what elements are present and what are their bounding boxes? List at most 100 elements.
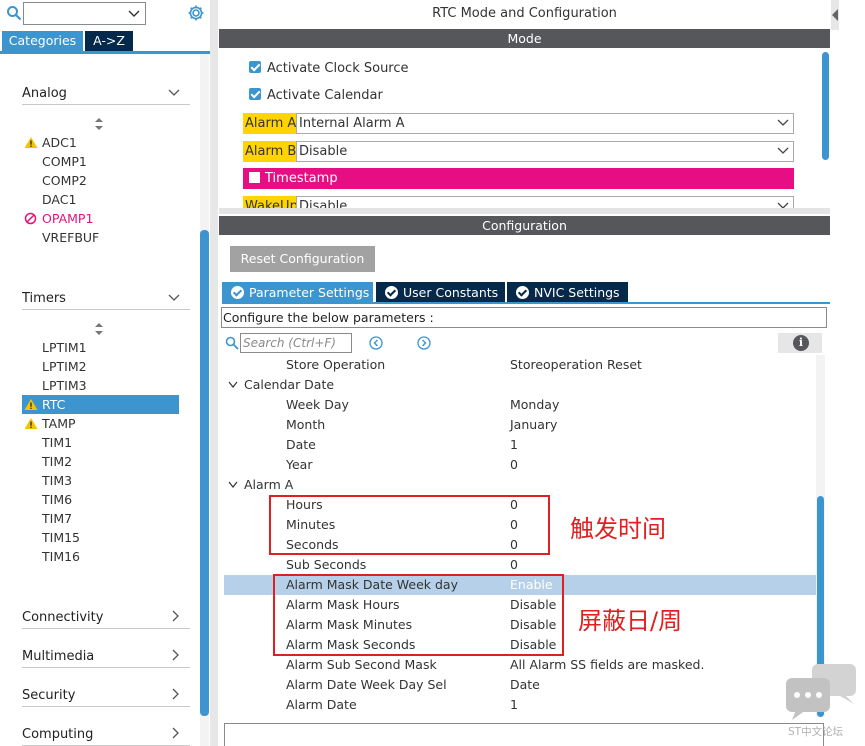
peripheral-lptim3[interactable]: LPTIM3 [22, 376, 179, 395]
alarm-a-select[interactable]: Internal Alarm A [296, 113, 794, 134]
peripheral-tim6[interactable]: TIM6 [22, 490, 179, 509]
peripheral-search-combo[interactable] [23, 2, 146, 25]
scroll-up-icon[interactable] [831, 0, 839, 30]
check-circle-icon [516, 286, 529, 299]
peripheral-dac1[interactable]: DAC1 [22, 190, 179, 209]
peripheral-label: LPTIM1 [42, 340, 87, 355]
tab-categories[interactable]: Categories [2, 31, 83, 51]
param-row-week-day[interactable]: Week Day Monday [224, 395, 816, 415]
peripheral-adc1[interactable]: ADC1 [22, 133, 179, 152]
chevron-down-icon[interactable] [128, 7, 140, 19]
param-name: Store Operation [286, 357, 386, 372]
param-name: Alarm Date Week Day Sel [286, 677, 447, 692]
peripheral-tim7[interactable]: TIM7 [22, 509, 179, 528]
peripheral-comp2[interactable]: COMP2 [22, 171, 179, 190]
category-security[interactable]: Security [22, 687, 190, 707]
peripheral-opamp1[interactable]: OPAMP1 [22, 209, 179, 228]
param-value[interactable]: Monday [510, 395, 559, 415]
activate-clock-source-checkbox[interactable]: Activate Clock Source [249, 61, 409, 76]
peripheral-comp1[interactable]: COMP1 [22, 152, 179, 171]
mode-scrollbar-thumb[interactable] [822, 52, 829, 160]
check-circle-icon [231, 286, 244, 299]
param-value[interactable]: January [510, 415, 557, 435]
category-label: Timers [22, 291, 66, 306]
next-match-icon[interactable] [417, 336, 431, 350]
param-value[interactable]: 1 [510, 695, 518, 715]
panel-divider[interactable] [210, 0, 218, 746]
tab-label: NVIC Settings [534, 285, 620, 300]
param-row-store-operation[interactable]: Store Operation Storeoperation Reset [224, 355, 816, 375]
tab-parameter-settings[interactable]: Parameter Settings [222, 282, 373, 303]
reset-configuration-button[interactable]: Reset Configuration [230, 246, 375, 272]
param-value[interactable]: Date [510, 675, 540, 695]
previous-match-icon[interactable] [369, 336, 383, 350]
param-value[interactable]: 1 [510, 435, 518, 455]
param-group-calendar-date[interactable]: Calendar Date [224, 375, 816, 395]
peripheral-label: OPAMP1 [42, 211, 94, 226]
param-group-alarm-a[interactable]: Alarm A [224, 475, 816, 495]
configuration-header: Configuration [219, 216, 830, 235]
chevron-right-icon [172, 610, 179, 622]
param-group-name: Alarm A [244, 477, 294, 492]
param-row-alarm-date[interactable]: Alarm Date 1 [224, 695, 816, 715]
param-value[interactable]: All Alarm SS fields are masked. [510, 655, 704, 675]
peripheral-tim15[interactable]: TIM15 [22, 528, 179, 547]
peripheral-tim16[interactable]: TIM16 [22, 547, 179, 566]
tab-label: Parameter Settings [249, 285, 370, 300]
peripheral-tim3[interactable]: TIM3 [22, 471, 179, 490]
category-multimedia[interactable]: Multimedia [22, 648, 190, 668]
category-timers[interactable]: Timers [22, 290, 190, 310]
category-label: Connectivity [22, 610, 104, 625]
param-row-alarm-sub-second-mask[interactable]: Alarm Sub Second Mask All Alarm SS fields… [224, 655, 816, 675]
tab-a-to-z[interactable]: A->Z [85, 31, 133, 51]
param-row-month[interactable]: Month January [224, 415, 816, 435]
activate-calendar-checkbox[interactable]: Activate Calendar [249, 88, 383, 103]
sort-icon[interactable] [94, 322, 104, 336]
info-button[interactable]: i [778, 333, 822, 353]
category-computing[interactable]: Computing [22, 726, 190, 746]
peripheral-tim1[interactable]: TIM1 [22, 433, 179, 452]
peripheral-lptim2[interactable]: LPTIM2 [22, 357, 179, 376]
peripheral-tamp[interactable]: TAMP [22, 414, 179, 433]
annotation-box-mask-day [273, 574, 564, 656]
peripheral-lptim1[interactable]: LPTIM1 [22, 338, 179, 357]
left-scrollbar-thumb[interactable] [200, 230, 209, 716]
sort-icon[interactable] [94, 117, 104, 131]
wakeup-select[interactable]: Disable [296, 196, 794, 208]
peripheral-label: TIM2 [42, 454, 73, 469]
parameter-search-input[interactable]: Search (Ctrl+F) [240, 333, 352, 353]
gear-icon[interactable] [186, 3, 206, 23]
alarm-b-select[interactable]: Disable [296, 141, 794, 162]
param-value[interactable]: 0 [510, 555, 518, 575]
peripheral-rtc[interactable]: RTC [22, 395, 179, 414]
param-name: Week Day [286, 397, 349, 412]
category-analog[interactable]: Analog [22, 85, 190, 105]
peripheral-label: DAC1 [42, 192, 77, 207]
param-value[interactable]: 0 [510, 455, 518, 475]
param-row-sub-seconds[interactable]: Sub Seconds 0 [224, 555, 816, 575]
peripheral-tree-panel: Categories A->Z Analog ADC1 COMP1 COMP2 … [0, 0, 210, 746]
chevron-down-icon [168, 294, 180, 301]
peripheral-label: TIM3 [42, 473, 73, 488]
category-connectivity[interactable]: Connectivity [22, 609, 190, 629]
chevron-down-icon[interactable] [228, 381, 238, 389]
tab-nvic-settings[interactable]: NVIC Settings [507, 282, 628, 303]
tab-user-constants[interactable]: User Constants [376, 282, 505, 303]
timestamp-checkbox[interactable]: Timestamp [243, 168, 794, 189]
alarm-a-label: Alarm A [243, 113, 299, 134]
param-row-alarm-date-week-day-sel[interactable]: Alarm Date Week Day Sel Date [224, 675, 816, 695]
peripheral-vrefbuf[interactable]: VREFBUF [22, 228, 179, 247]
alarm-b-value: Disable [299, 144, 348, 159]
param-value[interactable]: Storeoperation Reset [510, 355, 642, 375]
checkbox-checked-icon [249, 88, 261, 100]
checkbox-label: Activate Clock Source [267, 61, 409, 76]
search-icon [7, 6, 22, 21]
peripheral-label: COMP2 [42, 173, 87, 188]
param-row-date[interactable]: Date 1 [224, 435, 816, 455]
category-label: Security [22, 688, 76, 703]
peripheral-label: ADC1 [42, 135, 77, 150]
chevron-down-icon[interactable] [228, 481, 238, 489]
section-splitter[interactable] [219, 208, 830, 214]
peripheral-tim2[interactable]: TIM2 [22, 452, 179, 471]
param-row-year[interactable]: Year 0 [224, 455, 816, 475]
